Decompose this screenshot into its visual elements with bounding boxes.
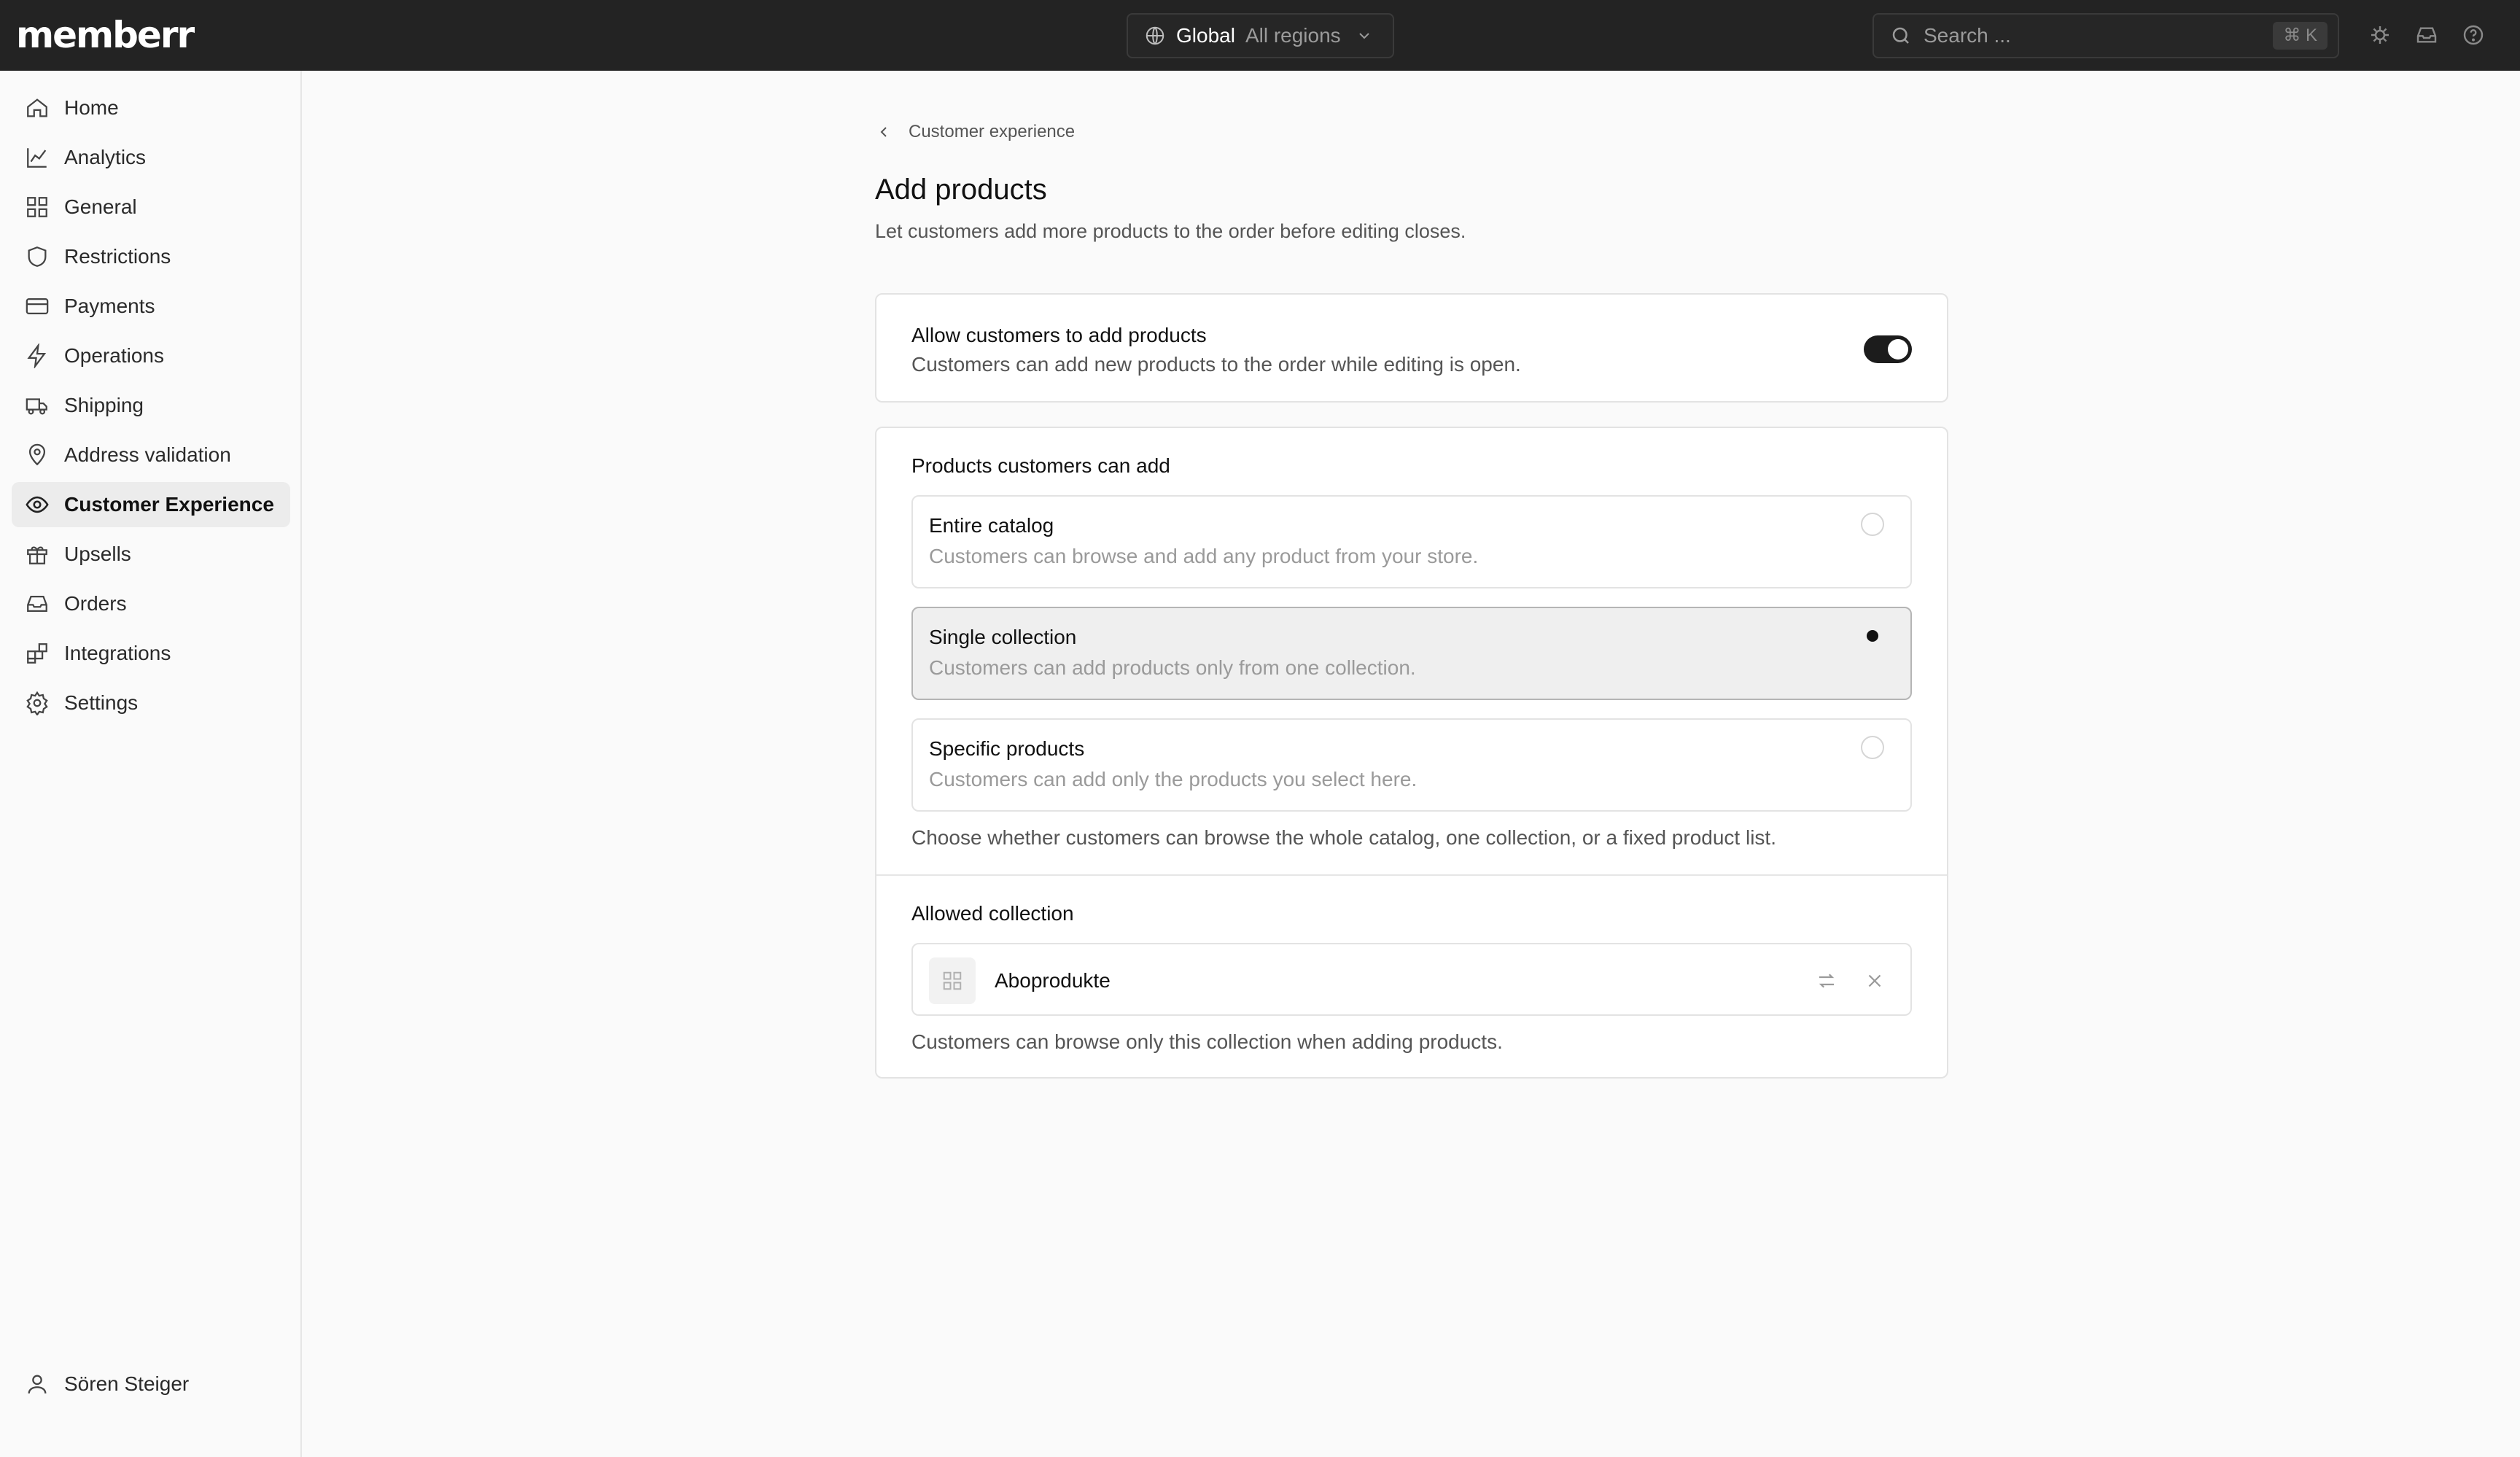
collection-row[interactable]: Aboprodukte bbox=[911, 943, 1912, 1016]
option-title: Specific products bbox=[929, 737, 1085, 760]
bolt-icon bbox=[27, 343, 47, 368]
credit-card-icon bbox=[26, 298, 49, 315]
sidebar-item-label: Operations bbox=[64, 344, 164, 367]
collection-name: Aboprodukte bbox=[995, 969, 1111, 992]
sidebar-item-label: Integrations bbox=[64, 642, 171, 664]
shield-icon bbox=[28, 246, 47, 267]
search-icon bbox=[1892, 27, 1909, 44]
breadcrumb[interactable]: Customer experience bbox=[875, 120, 1075, 144]
option-title: Single collection bbox=[929, 626, 1077, 648]
inbox-icon[interactable] bbox=[2415, 23, 2438, 47]
sidebar-item-label: Payments bbox=[64, 295, 155, 317]
sidebar-item-label: Shipping bbox=[64, 394, 144, 416]
grid-icon bbox=[27, 197, 47, 217]
inbox-icon bbox=[27, 595, 47, 613]
search-input[interactable]: Search ... ⌘ K bbox=[1872, 13, 2339, 58]
allowed-collection-label: Allowed collection bbox=[911, 902, 1074, 925]
products-settings-card: Products customers can add Entire catalo… bbox=[875, 427, 1948, 1079]
search-shortcut-badge: ⌘ K bbox=[2273, 22, 2328, 50]
sidebar-item-settings[interactable]: Settings bbox=[12, 680, 290, 726]
region-subtitle: All regions bbox=[1245, 24, 1341, 47]
option-entire-catalog[interactable]: Entire catalog Customers can browse and … bbox=[911, 495, 1912, 588]
close-icon[interactable] bbox=[1864, 970, 1886, 992]
eye-icon bbox=[26, 496, 49, 513]
sidebar-item-label: Home bbox=[64, 96, 119, 119]
allow-products-title: Allow customers to add products bbox=[911, 324, 1207, 346]
sidebar-item-label: Address validation bbox=[64, 443, 231, 466]
option-specific-products[interactable]: Specific products Customers can add only… bbox=[911, 718, 1912, 812]
allow-products-toggle[interactable] bbox=[1864, 335, 1912, 363]
collection-help-text: Customers can browse only this collectio… bbox=[911, 1030, 1503, 1053]
sidebar-item-operations[interactable]: Operations bbox=[12, 333, 290, 378]
radio-specific-products[interactable] bbox=[1861, 736, 1884, 759]
region-title: Global bbox=[1176, 24, 1235, 47]
allow-products-description: Customers can add new products to the or… bbox=[911, 353, 1521, 376]
user-icon bbox=[28, 1375, 47, 1394]
products-label: Products customers can add bbox=[911, 454, 1170, 477]
bug-icon[interactable] bbox=[2368, 23, 2392, 47]
radio-single-collection[interactable] bbox=[1861, 624, 1884, 648]
gift-icon bbox=[27, 546, 47, 564]
chevron-left-icon bbox=[880, 127, 887, 137]
sidebar-item-integrations[interactable]: Integrations bbox=[12, 631, 290, 676]
sidebar-item-upsells[interactable]: Upsells bbox=[12, 532, 290, 577]
option-description: Customers can browse and add any product… bbox=[929, 545, 1479, 567]
breadcrumb-label: Customer experience bbox=[909, 122, 1076, 141]
sidebar-item-label: Customer Experience bbox=[64, 493, 274, 516]
sidebar: Home Analytics General Restrictions Paym… bbox=[0, 71, 302, 1457]
chevron-down-icon bbox=[1358, 33, 1369, 39]
sidebar-item-customer-experience[interactable]: Customer Experience bbox=[12, 482, 290, 527]
region-selector[interactable]: Global All regions bbox=[1127, 13, 1394, 58]
radio-entire-catalog[interactable] bbox=[1861, 513, 1884, 536]
search-placeholder: Search ... bbox=[1924, 24, 2011, 47]
option-description: Customers can add products only from one… bbox=[929, 656, 1416, 679]
home-icon bbox=[27, 98, 47, 117]
top-bar: memberr Global All regions Search ... ⌘ … bbox=[0, 0, 2520, 71]
app-logo[interactable]: memberr bbox=[16, 16, 195, 54]
sidebar-item-home[interactable]: Home bbox=[12, 85, 290, 131]
sidebar-item-payments[interactable]: Payments bbox=[12, 284, 290, 329]
sidebar-item-label: Restrictions bbox=[64, 245, 171, 268]
blocks-icon bbox=[27, 643, 47, 664]
toggle-knob bbox=[1888, 339, 1908, 360]
chart-line-icon bbox=[27, 148, 47, 168]
option-title: Entire catalog bbox=[929, 514, 1054, 537]
sidebar-item-analytics[interactable]: Analytics bbox=[12, 135, 290, 180]
collection-thumbnail bbox=[929, 957, 976, 1004]
user-name: Sören Steiger bbox=[64, 1372, 190, 1395]
map-pin-icon bbox=[28, 443, 46, 466]
products-help-text: Choose whether customers can browse the … bbox=[911, 826, 1776, 849]
sidebar-item-label: Orders bbox=[64, 592, 127, 615]
sidebar-item-restrictions[interactable]: Restrictions bbox=[12, 234, 290, 279]
section-divider bbox=[876, 874, 1947, 876]
option-description: Customers can add only the products you … bbox=[929, 768, 1418, 790]
sidebar-item-label: General bbox=[64, 195, 137, 218]
sidebar-item-label: Analytics bbox=[64, 146, 147, 168]
sidebar-item-label: Upsells bbox=[64, 543, 131, 565]
user-menu[interactable]: Sören Steiger bbox=[12, 1361, 290, 1407]
grid-icon bbox=[943, 971, 962, 990]
sidebar-item-shipping[interactable]: Shipping bbox=[12, 383, 290, 428]
page-title: Add products bbox=[875, 174, 1047, 206]
gear-icon bbox=[26, 691, 48, 715]
sidebar-item-address-validation[interactable]: Address validation bbox=[12, 432, 290, 478]
sidebar-item-orders[interactable]: Orders bbox=[12, 581, 290, 626]
option-single-collection[interactable]: Single collection Customers can add prod… bbox=[911, 607, 1912, 700]
sidebar-item-general[interactable]: General bbox=[12, 184, 290, 230]
sidebar-item-label: Settings bbox=[64, 691, 139, 714]
swap-icon[interactable] bbox=[1816, 970, 1838, 992]
truck-icon bbox=[26, 398, 47, 415]
globe-icon bbox=[1146, 26, 1164, 45]
page-description: Let customers add more products to the o… bbox=[875, 220, 1466, 242]
help-icon[interactable] bbox=[2462, 23, 2485, 47]
allow-products-card: Allow customers to add products Customer… bbox=[875, 293, 1948, 403]
